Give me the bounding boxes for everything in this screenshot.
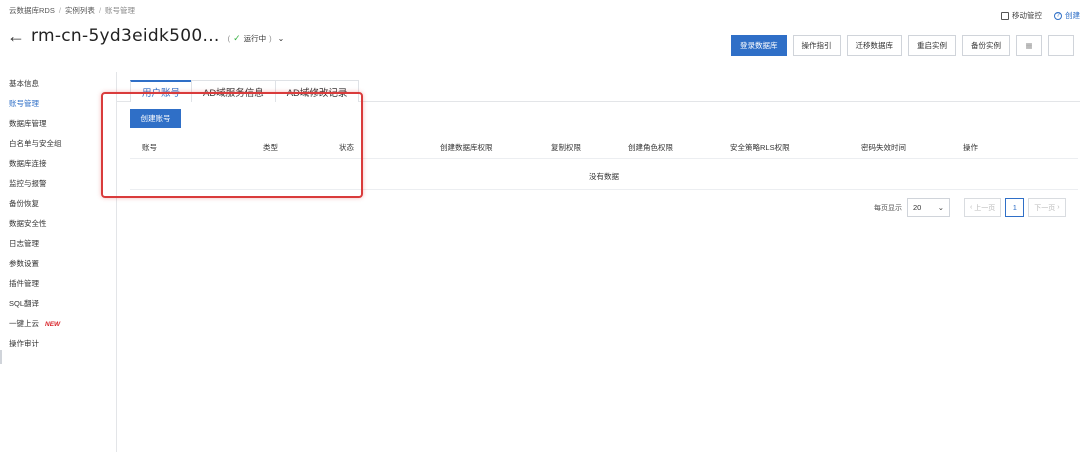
sidebar-item-account-management[interactable]: 账号管理 xyxy=(9,98,39,109)
per-page-label: 每页显示 xyxy=(874,204,902,212)
page-number-current[interactable]: 1 xyxy=(1005,198,1025,217)
tab-ad-change-log[interactable]: AD域修改记录 xyxy=(274,80,360,102)
action-bar: 登录数据库 操作指引 迁移数据库 重启实例 备份实例 ▦ xyxy=(731,35,1074,56)
chevron-down-icon: ⌄ xyxy=(937,203,944,212)
breadcrumb-separator: / xyxy=(98,6,102,15)
sidebar-collapse-handle[interactable] xyxy=(0,350,2,364)
prev-page-button[interactable]: ‹ 上一页 xyxy=(964,198,1002,217)
sidebar-item-db-connection[interactable]: 数据库连接 xyxy=(9,158,47,169)
breadcrumb-instance-list[interactable]: 实例列表 xyxy=(65,5,95,16)
title-row: ← rm-cn-5yd3eidk500... ( ✓ 运行中 ) ⌄ xyxy=(7,26,284,46)
restart-instance-button[interactable]: 重启实例 xyxy=(908,35,956,56)
breadcrumb: 云数据库RDS / 实例列表 / 账号管理 xyxy=(9,5,135,16)
prev-page-label: 上一页 xyxy=(974,204,996,212)
column-header-create-db: 创建数据库权限 xyxy=(440,143,493,152)
status-close-paren: ) xyxy=(269,33,272,43)
sidebar-item-whitelist[interactable]: 白名单与安全组 xyxy=(9,138,62,149)
column-header-password-expiry: 密码失效时间 xyxy=(861,143,906,152)
guide-button[interactable]: 操作指引 xyxy=(792,35,841,56)
tab-user-accounts[interactable]: 用户账号 xyxy=(130,80,193,102)
sidebar-item-cloud-migrate[interactable]: 一键上云 NEW xyxy=(9,318,60,329)
column-header-status: 状态 xyxy=(339,143,354,152)
sidebar-item-database-management[interactable]: 数据库管理 xyxy=(9,118,47,129)
column-header-account: 账号 xyxy=(142,143,157,152)
check-icon: ✓ xyxy=(233,32,241,43)
column-header-actions: 操作 xyxy=(963,143,978,152)
sidebar-item-data-security[interactable]: 数据安全性 xyxy=(9,218,47,229)
chevron-right-icon: › xyxy=(1055,204,1060,211)
migrate-db-button[interactable]: 迁移数据库 xyxy=(846,35,902,56)
tab-ad-service-info[interactable]: AD域服务信息 xyxy=(191,80,276,102)
more-button-partial[interactable] xyxy=(1048,35,1074,56)
tab-bar: 用户账号 AD域服务信息 AD域修改记录 xyxy=(130,80,360,102)
next-page-button[interactable]: 下一页 › xyxy=(1028,198,1066,217)
per-page-value: 20 xyxy=(913,203,922,212)
top-right-links: 移动管控 ? 创建 xyxy=(1001,10,1080,21)
column-header-type: 类型 xyxy=(263,143,278,152)
sidebar-item-parameters[interactable]: 参数设置 xyxy=(9,258,39,269)
create-help-link[interactable]: ? 创建 xyxy=(1054,10,1080,21)
sidebar: 基本信息 账号管理 数据库管理 白名单与安全组 数据库连接 监控与报警 备份恢复… xyxy=(0,72,117,452)
create-account-button[interactable]: 创建账号 xyxy=(130,109,181,128)
new-badge: NEW xyxy=(45,321,61,328)
sidebar-item-basic-info[interactable]: 基本信息 xyxy=(9,78,39,89)
chevron-down-icon[interactable]: ⌄ xyxy=(278,34,285,43)
sidebar-item-sql-translate[interactable]: SQL翻译 xyxy=(9,298,39,309)
pagination: 每页显示 20 ⌄ ‹ 上一页 1 下一页 › xyxy=(874,198,1066,217)
sidebar-item-log-management[interactable]: 日志管理 xyxy=(9,238,39,249)
column-header-replication: 复制权限 xyxy=(551,143,581,152)
login-db-button[interactable]: 登录数据库 xyxy=(731,35,787,56)
status-open-paren: ( xyxy=(227,33,231,43)
create-help-label: 创建 xyxy=(1065,11,1080,20)
mobile-control-label: 移动管控 xyxy=(1012,11,1042,20)
per-page: 每页显示 20 ⌄ xyxy=(874,198,950,217)
backup-instance-button[interactable]: 备份实例 xyxy=(962,35,1010,56)
status-text: 运行中 xyxy=(243,33,267,43)
more-grid-icon[interactable]: ▦ xyxy=(1016,35,1042,56)
sidebar-item-monitoring[interactable]: 监控与报警 xyxy=(9,178,47,189)
table-body: 没有数据 xyxy=(130,158,1078,190)
per-page-select[interactable]: 20 ⌄ xyxy=(907,198,950,217)
table-header: 账号 类型 状态 创建数据库权限 复制权限 创建角色权限 安全策略RLS权限 密… xyxy=(130,138,1078,156)
column-header-rls: 安全策略RLS权限 xyxy=(730,143,790,152)
sidebar-item-backup-restore[interactable]: 备份恢复 xyxy=(9,198,39,209)
breadcrumb-separator: / xyxy=(58,6,61,15)
column-header-create-role: 创建角色权限 xyxy=(628,143,673,152)
sidebar-item-cloud-migrate-label: 一键上云 xyxy=(9,319,39,328)
breadcrumb-rds[interactable]: 云数据库RDS xyxy=(9,5,55,16)
instance-status: ( ✓ 运行中 ) ⌄ xyxy=(228,33,285,44)
back-arrow-icon[interactable]: ← xyxy=(7,27,25,45)
empty-state-text: 没有数据 xyxy=(589,172,619,181)
help-icon: ? xyxy=(1054,11,1062,20)
mobile-control-link[interactable]: 移动管控 xyxy=(1001,10,1042,21)
mobile-icon xyxy=(1001,11,1009,20)
next-page-label: 下一页 xyxy=(1034,204,1056,212)
sidebar-item-plugins[interactable]: 插件管理 xyxy=(9,278,39,289)
breadcrumb-current: 账号管理 xyxy=(105,6,136,15)
sidebar-item-audit[interactable]: 操作审计 xyxy=(9,338,39,349)
page-title: rm-cn-5yd3eidk500... xyxy=(31,26,220,46)
